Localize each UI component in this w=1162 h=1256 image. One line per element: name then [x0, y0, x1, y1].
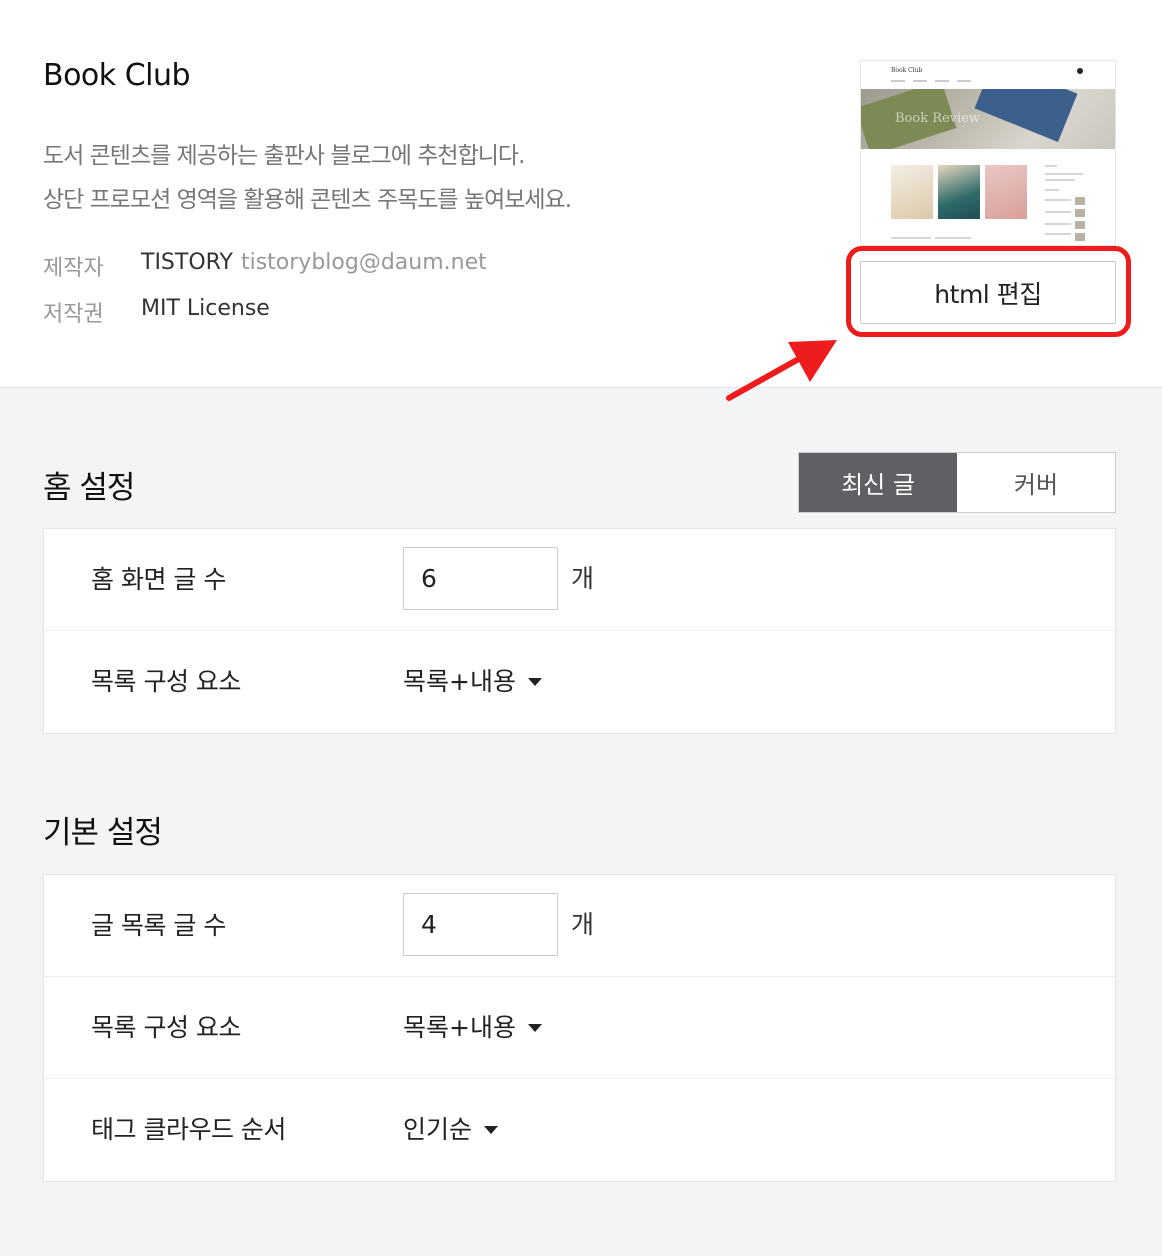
home-list-elements-label: 목록 구성 요소 — [91, 667, 241, 696]
caret-down-icon — [484, 1125, 499, 1134]
preview-profile-icon — [1077, 68, 1083, 74]
caret-down-icon — [527, 677, 542, 686]
setting-row: 태그 클라우드 순서 인기순 — [44, 1079, 1115, 1181]
theme-description: 도서 콘텐츠를 제공하는 출판사 블로그에 추천합니다. 상단 프로모션 영역을… — [43, 134, 572, 222]
author-label: 제작자 — [43, 256, 104, 281]
theme-title: Book Club — [43, 58, 191, 93]
html-edit-button[interactable]: html 편집 — [860, 261, 1116, 324]
toggle-latest-posts[interactable]: 최신 글 — [799, 453, 957, 512]
home-settings-title: 홈 설정 — [43, 470, 135, 506]
home-settings-panel: 홈 화면 글 수 6 개 목록 구성 요소 목록+내용 — [43, 528, 1116, 734]
tag-cloud-order-select[interactable]: 인기순 — [403, 1079, 499, 1181]
toggle-cover[interactable]: 커버 — [957, 453, 1115, 512]
preview-logo: Book Club — [891, 67, 923, 74]
author-name: TISTORY — [141, 250, 233, 275]
basic-list-elements-label: 목록 구성 요소 — [91, 1013, 241, 1042]
tag-cloud-order-value: 인기순 — [403, 1115, 473, 1144]
basic-settings-panel: 글 목록 글 수 4 개 목록 구성 요소 목록+내용 태그 클라우드 순서 인… — [43, 874, 1116, 1182]
list-post-count-label: 글 목록 글 수 — [91, 911, 226, 940]
list-post-count-input[interactable]: 4 — [403, 893, 558, 956]
theme-description-line: 상단 프로모션 영역을 활용해 콘텐츠 주목도를 높여보세요. — [43, 187, 572, 213]
list-post-count-unit: 개 — [571, 910, 595, 939]
home-post-count-unit: 개 — [571, 564, 595, 593]
preview-banner-text: Book Review — [895, 111, 981, 126]
theme-preview-image: Book Club Book Review — [860, 60, 1116, 246]
home-list-elements-value: 목록+내용 — [403, 667, 516, 696]
license-row: 저작권 MIT License — [43, 296, 270, 328]
preview-banner: Book Review — [861, 89, 1115, 149]
theme-description-line: 도서 콘텐츠를 제공하는 출판사 블로그에 추천합니다. — [43, 143, 525, 169]
setting-row: 목록 구성 요소 목록+내용 — [44, 977, 1115, 1079]
license-value: MIT License — [141, 296, 270, 321]
theme-info-panel: Book Club 도서 콘텐츠를 제공하는 출판사 블로그에 추천합니다. 상… — [0, 0, 1162, 388]
home-list-elements-select[interactable]: 목록+내용 — [403, 631, 542, 733]
caret-down-icon — [527, 1023, 542, 1032]
home-type-toggle: 최신 글 커버 — [798, 452, 1116, 513]
author-row: 제작자 TISTORY tistoryblog@daum.net — [43, 250, 487, 282]
setting-row: 글 목록 글 수 4 개 — [44, 875, 1115, 977]
home-post-count-input[interactable]: 6 — [403, 547, 558, 610]
author-email: tistoryblog@daum.net — [240, 250, 487, 275]
basic-list-elements-value: 목록+내용 — [403, 1013, 516, 1042]
basic-settings-title: 기본 설정 — [43, 815, 163, 851]
basic-list-elements-select[interactable]: 목록+내용 — [403, 977, 542, 1079]
tag-cloud-order-label: 태그 클라우드 순서 — [91, 1115, 286, 1144]
setting-row: 홈 화면 글 수 6 개 — [44, 529, 1115, 631]
setting-row: 목록 구성 요소 목록+내용 — [44, 631, 1115, 733]
license-label: 저작권 — [43, 302, 104, 327]
home-post-count-label: 홈 화면 글 수 — [91, 565, 226, 594]
